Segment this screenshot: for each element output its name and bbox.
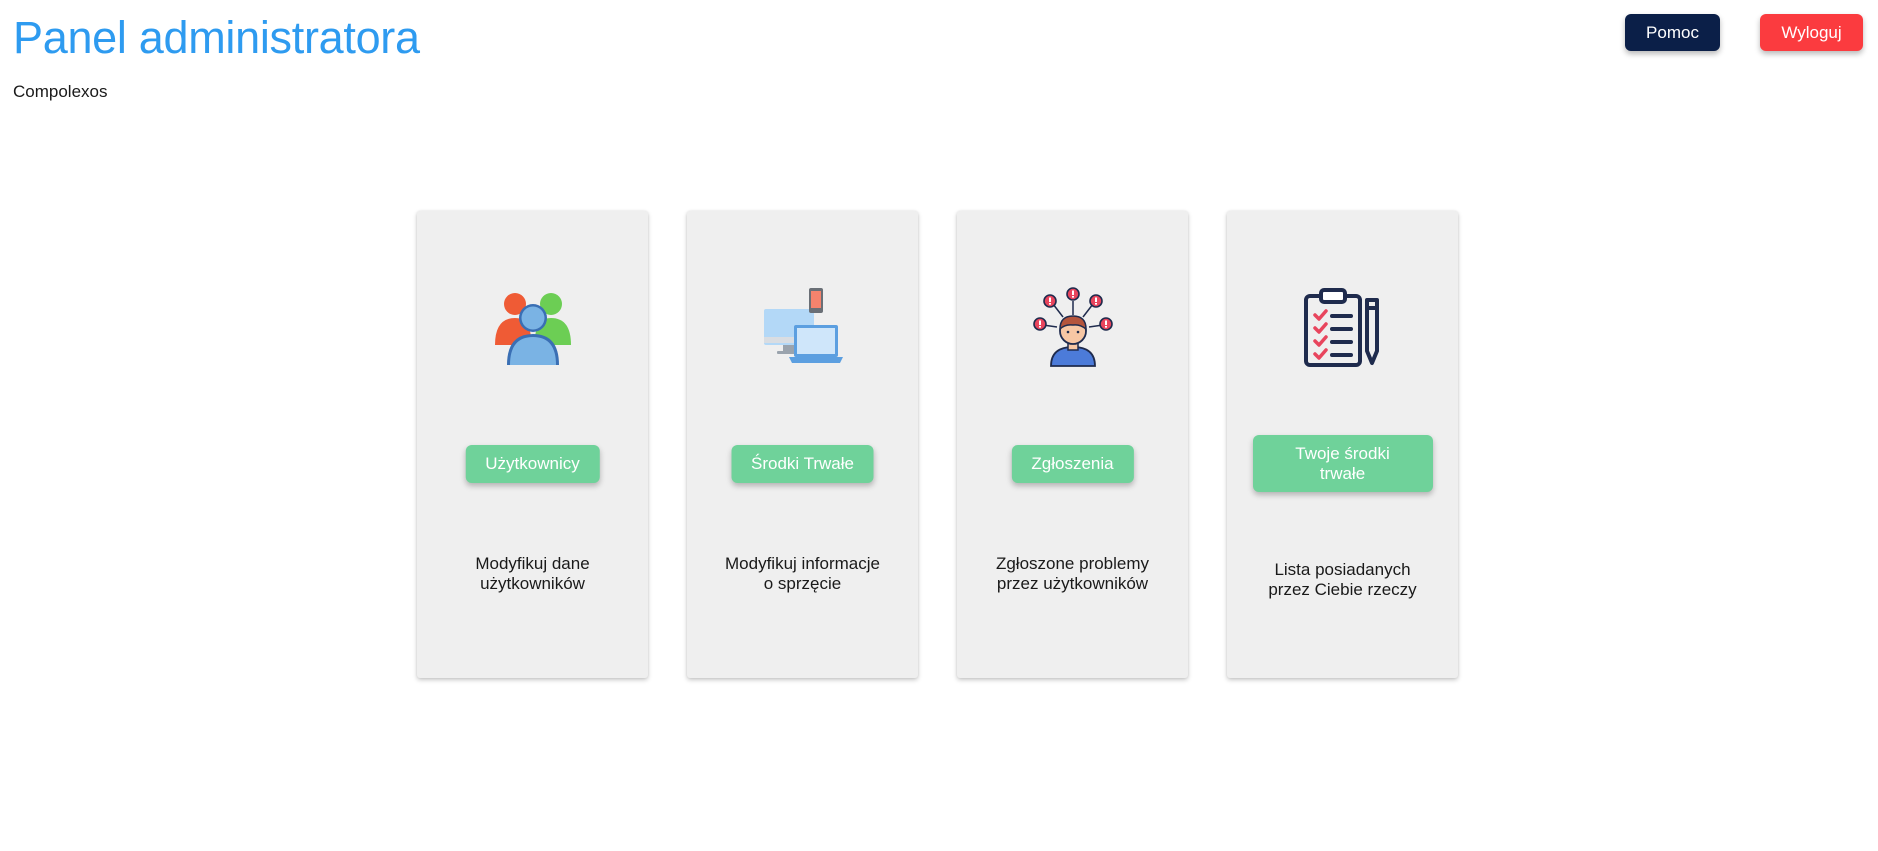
devices-icon <box>764 288 843 363</box>
dashboard-cards: Użytkownicy Modyfikuj dane użytkowników … <box>417 211 1458 678</box>
card-users: Użytkownicy Modyfikuj dane użytkowników <box>417 211 648 678</box>
help-button[interactable]: Pomoc <box>1625 14 1720 51</box>
page-header: Panel administratora Compolexos <box>13 13 420 102</box>
card-reports: Zgłoszenia Zgłoszone problemy przez użyt… <box>957 211 1188 678</box>
card-fixed-assets: Środki Trwałe Modyfikuj informacje o spr… <box>687 211 918 678</box>
users-group-icon <box>495 293 571 365</box>
page-title: Panel administratora <box>13 12 420 63</box>
reports-button[interactable]: Zgłoszenia <box>1011 445 1134 483</box>
fixed-assets-description: Modyfikuj informacje o sprzęcie <box>725 554 880 593</box>
users-button[interactable]: Użytkownicy <box>465 445 600 483</box>
clipboard-checklist-icon <box>1304 288 1379 367</box>
your-assets-button[interactable]: Twoje środki trwałe <box>1252 435 1433 492</box>
card-your-assets: Twoje środki trwałe Lista posiadanych pr… <box>1227 211 1458 678</box>
organization-name: Compolexos <box>13 82 108 101</box>
your-assets-description: Lista posiadanych przez Ciebie rzeczy <box>1268 560 1417 599</box>
logout-button[interactable]: Wyloguj <box>1760 14 1863 51</box>
reported-problems-icon <box>1033 287 1113 367</box>
users-description: Modyfikuj dane użytkowników <box>475 554 590 593</box>
reports-description: Zgłoszone problemy przez użytkowników <box>995 554 1150 593</box>
fixed-assets-button[interactable]: Środki Trwałe <box>731 445 874 483</box>
